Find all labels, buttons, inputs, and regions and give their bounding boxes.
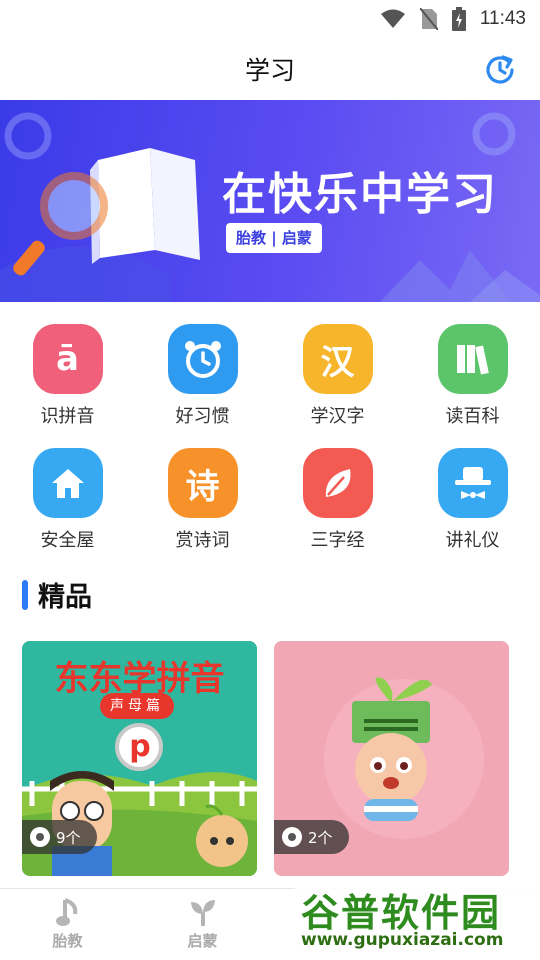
nav-item-enlightenment[interactable]: 启蒙 — [135, 889, 270, 960]
section-title: 精品 — [38, 582, 92, 613]
nav-label: 启蒙 — [187, 932, 218, 950]
page-title: 学习 — [244, 56, 295, 85]
pinyin-icon: ā — [32, 324, 103, 394]
card-2-count-badge: 2个 — [274, 820, 349, 854]
category-etiquette[interactable]: 讲礼仪 — [405, 442, 540, 566]
no-sim-icon — [419, 8, 438, 30]
card-1-count: 9个 — [56, 828, 81, 847]
battery-charging-icon — [451, 7, 466, 31]
status-time: 11:43 — [479, 8, 526, 29]
nav-item-prenatal[interactable]: 胎教 — [0, 889, 135, 960]
disc-icon — [30, 827, 50, 847]
alarm-clock-icon — [167, 324, 238, 394]
course-card-pinyin[interactable]: 东东学拼音 声母篇 p 9个 — [22, 641, 257, 876]
hanzi-icon: 汉 — [302, 324, 373, 394]
card-2-count: 2个 — [308, 828, 333, 847]
wifi-icon — [380, 9, 405, 28]
category-hanzi[interactable]: 汉 学汉字 — [270, 318, 405, 442]
category-safety[interactable]: 安全屋 — [0, 442, 135, 566]
card-1-badge-letter: p — [129, 729, 151, 764]
category-encyclopedia[interactable]: 读百科 — [405, 318, 540, 442]
header-bar: 学习 — [0, 38, 540, 100]
watermark-url: www.gupuxiazai.com — [301, 930, 504, 950]
section-accent-bar — [22, 579, 28, 610]
card-1-subtitle: 声母篇 — [100, 693, 174, 719]
nav-label: 胎教 — [52, 932, 83, 950]
category-label: 讲礼仪 — [445, 530, 500, 551]
category-grid: ā 识拼音 好习惯 汉 学汉字 读百科 安全屋 诗 赏诗词 三字经 讲礼仪 — [0, 318, 540, 566]
category-poems[interactable]: 诗 赏诗词 — [135, 442, 270, 566]
promo-banner[interactable]: 在快乐中学习 胎教 | 启蒙 — [0, 100, 540, 302]
watermark: 谷普软件园 www.gupuxiazai.com — [295, 876, 540, 960]
watermark-name: 谷普软件园 — [301, 891, 502, 935]
card-1-count-badge: 9个 — [22, 820, 97, 854]
category-label: 读百科 — [445, 406, 500, 427]
books-icon — [437, 324, 508, 394]
course-card-2[interactable]: 2个 — [274, 641, 509, 876]
category-label: 学汉字 — [310, 406, 365, 427]
disc-icon — [282, 827, 302, 847]
category-pinyin[interactable]: ā 识拼音 — [0, 318, 135, 442]
status-bar: 11:43 — [0, 0, 540, 38]
category-habits[interactable]: 好习惯 — [135, 318, 270, 442]
category-label: 赏诗词 — [175, 530, 230, 551]
category-three-character-classic[interactable]: 三字经 — [270, 442, 405, 566]
poem-icon: 诗 — [167, 448, 238, 518]
leaf-icon — [302, 448, 373, 518]
category-label: 识拼音 — [40, 406, 95, 427]
history-clock-icon[interactable] — [482, 52, 518, 88]
gentleman-icon — [437, 448, 508, 518]
house-icon — [32, 448, 103, 518]
category-label: 好习惯 — [175, 406, 230, 427]
category-label: 三字经 — [310, 530, 365, 551]
category-label: 安全屋 — [40, 530, 95, 551]
banner-tagline: 胎教 | 启蒙 — [226, 223, 322, 253]
banner-headline: 在快乐中学习 — [222, 169, 498, 220]
section-heading: 精品 — [22, 575, 92, 614]
music-note-icon — [55, 898, 77, 926]
sprout-icon — [190, 900, 215, 926]
